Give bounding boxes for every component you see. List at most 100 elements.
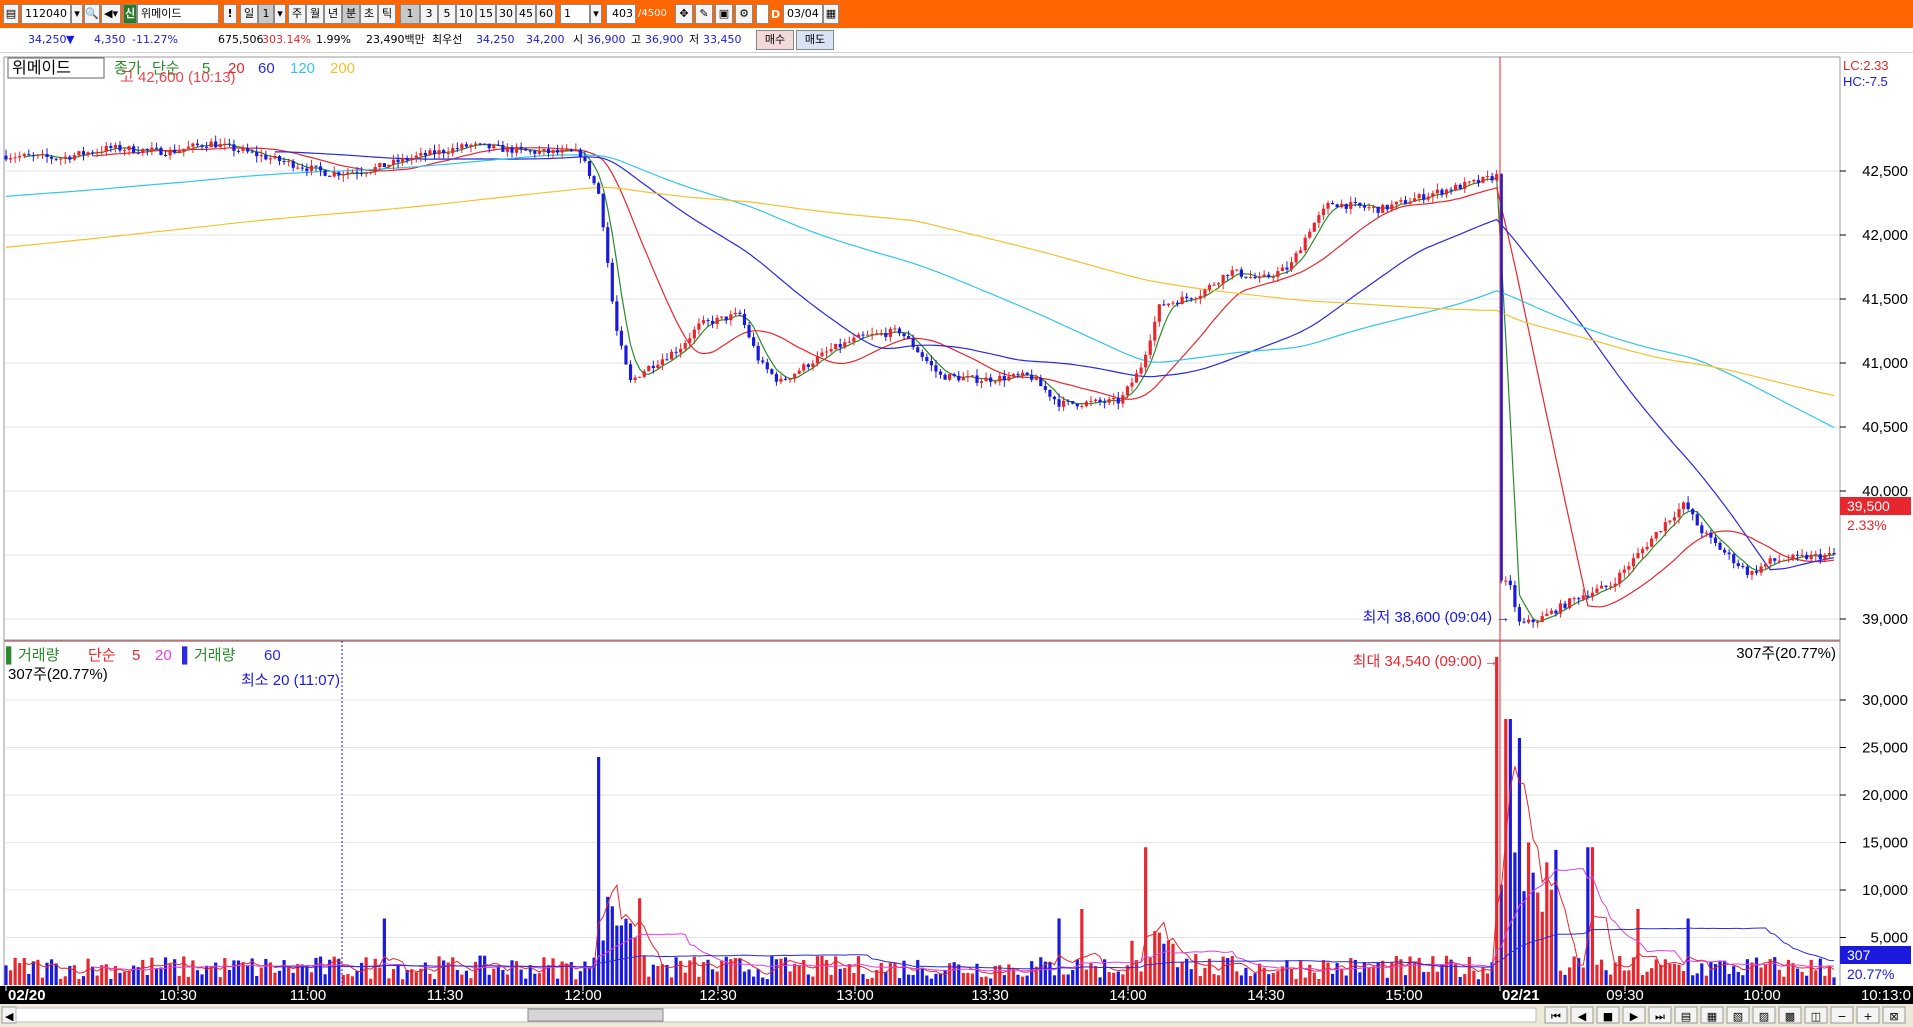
volume-bar xyxy=(264,958,268,985)
scroll-thumb[interactable] xyxy=(527,1008,664,1022)
candle-body xyxy=(756,345,760,361)
candle-body xyxy=(1253,276,1257,279)
candle-body xyxy=(1599,585,1604,589)
search-icon[interactable]: 🔍 xyxy=(84,4,100,24)
interval-15-button[interactable]: 15 xyxy=(476,4,496,24)
volume-bar xyxy=(1121,974,1125,985)
date-checkbox[interactable] xyxy=(756,4,769,24)
legend-ma200[interactable]: 200 xyxy=(330,60,355,77)
volume-bar xyxy=(177,975,181,985)
vol-legend-label[interactable]: 거래량 xyxy=(18,647,60,664)
interval-60-button[interactable]: 60 xyxy=(536,4,556,24)
interval-45-button[interactable]: 45 xyxy=(516,4,536,24)
volume-bar xyxy=(1622,970,1626,985)
candle-body xyxy=(49,156,54,159)
chart-menu-icon[interactable]: ▤ xyxy=(3,4,19,24)
date-input[interactable]: 03/04 xyxy=(783,4,823,24)
buy-button[interactable]: 매수 xyxy=(756,30,794,50)
period-minute-button[interactable]: 분 xyxy=(342,4,360,24)
candle-body xyxy=(18,155,22,158)
candle-body xyxy=(1709,532,1713,538)
volume-bar xyxy=(925,975,929,985)
volume-bar xyxy=(989,978,993,985)
vol-legend-p20[interactable]: 20 xyxy=(155,647,172,664)
volume-bar xyxy=(574,979,578,985)
calendar-icon[interactable]: ▦ xyxy=(823,4,839,24)
interval-30-button[interactable]: 30 xyxy=(496,4,516,24)
volume-series xyxy=(4,656,1836,985)
lc-indicator: LC:2.33 xyxy=(1843,58,1889,73)
interval-3-button[interactable]: 3 xyxy=(420,4,438,24)
stock-name-field[interactable]: 위메이드 xyxy=(137,4,219,24)
candle-body xyxy=(1093,399,1098,401)
nav-button-icon: ▦ xyxy=(1707,1010,1717,1023)
period-day-button[interactable]: 일 xyxy=(240,4,258,24)
nav-button-icon: ⊠ xyxy=(1889,1010,1898,1023)
interval-count-input[interactable]: 1 xyxy=(560,4,590,24)
volume-bar xyxy=(127,970,131,985)
vol-legend-label-2[interactable]: 거래량 xyxy=(194,647,236,664)
interval-10-button[interactable]: 10 xyxy=(456,4,476,24)
volume-bar xyxy=(843,967,847,985)
volume-bar xyxy=(410,969,414,985)
period-week-button[interactable]: 주 xyxy=(288,4,306,24)
candle-body xyxy=(1198,296,1202,299)
volume-bar xyxy=(318,956,323,985)
volume-bar xyxy=(1745,959,1749,985)
volume-bar xyxy=(1280,966,1285,985)
volume-bar xyxy=(1823,975,1827,985)
candle-body xyxy=(241,148,245,151)
draw-tool-icon[interactable]: ✎ xyxy=(695,4,713,24)
candle-body xyxy=(1823,554,1827,560)
settings-gear-icon[interactable]: ⚙ xyxy=(735,4,753,24)
nav-button-icon: ▩ xyxy=(1785,1010,1795,1023)
volume-bar xyxy=(1727,973,1731,985)
period-year-button[interactable]: 년 xyxy=(324,4,342,24)
vol-legend-marker: ▌ xyxy=(6,646,17,665)
volume-bar xyxy=(1495,656,1499,985)
interval-5-button[interactable]: 5 xyxy=(438,4,456,24)
candle-body xyxy=(1226,274,1230,276)
candle-body xyxy=(173,149,177,153)
time-tick-label: 14:30 xyxy=(1247,987,1285,1004)
period-tick-button[interactable]: 틱 xyxy=(378,4,396,24)
scroll-track[interactable] xyxy=(15,1007,1537,1023)
candle-body xyxy=(204,146,209,148)
volume-bar xyxy=(464,970,469,985)
speaker-icon[interactable]: ◀▾ xyxy=(101,4,121,24)
count-dropdown-icon[interactable]: ▾ xyxy=(590,4,602,24)
legend-ma60[interactable]: 60 xyxy=(258,60,275,77)
candle-body xyxy=(665,359,669,361)
alert-button[interactable]: ! xyxy=(223,4,237,24)
legend-ma120[interactable]: 120 xyxy=(290,60,315,77)
save-icon[interactable]: ▣ xyxy=(715,4,733,24)
volume-bar xyxy=(1062,974,1066,985)
stock-code-input[interactable]: 112040 xyxy=(21,4,71,24)
period-dropdown-icon[interactable]: ▾ xyxy=(274,4,286,24)
volume-bar xyxy=(519,969,523,985)
cursor-icon[interactable]: ✥ xyxy=(675,4,693,24)
volume-bar xyxy=(861,974,865,985)
stock-chart[interactable]: 위메이드 종가 단순 5 20 60 120 200 고 42,600 (10:… xyxy=(0,52,1913,1027)
period-count-button[interactable]: 1 xyxy=(258,4,274,24)
period-month-button[interactable]: 월 xyxy=(306,4,324,24)
bars-shown-input[interactable]: 403 xyxy=(606,4,636,24)
legend-stock-name[interactable]: 위메이드 xyxy=(12,59,71,77)
period-second-button[interactable]: 초 xyxy=(360,4,378,24)
volume-bar xyxy=(1732,966,1736,985)
volume-bar xyxy=(496,965,500,985)
code-dropdown-icon[interactable]: ▾ xyxy=(71,4,83,24)
vol-legend-p5[interactable]: 5 xyxy=(132,647,140,664)
vol-legend-p60[interactable]: 60 xyxy=(264,647,281,664)
candle-body xyxy=(1340,203,1344,208)
interval-1-button[interactable]: 1 xyxy=(400,4,420,24)
vol-legend-simple[interactable]: 단순 xyxy=(88,647,116,664)
volume-bar xyxy=(879,962,883,985)
volume-bar xyxy=(747,969,751,985)
candle-body xyxy=(118,144,122,151)
volume-bar xyxy=(273,972,277,985)
volume-bar xyxy=(1650,968,1654,985)
candle-body xyxy=(4,155,8,160)
candle-body xyxy=(1089,400,1093,402)
sell-button[interactable]: 매도 xyxy=(796,30,834,50)
